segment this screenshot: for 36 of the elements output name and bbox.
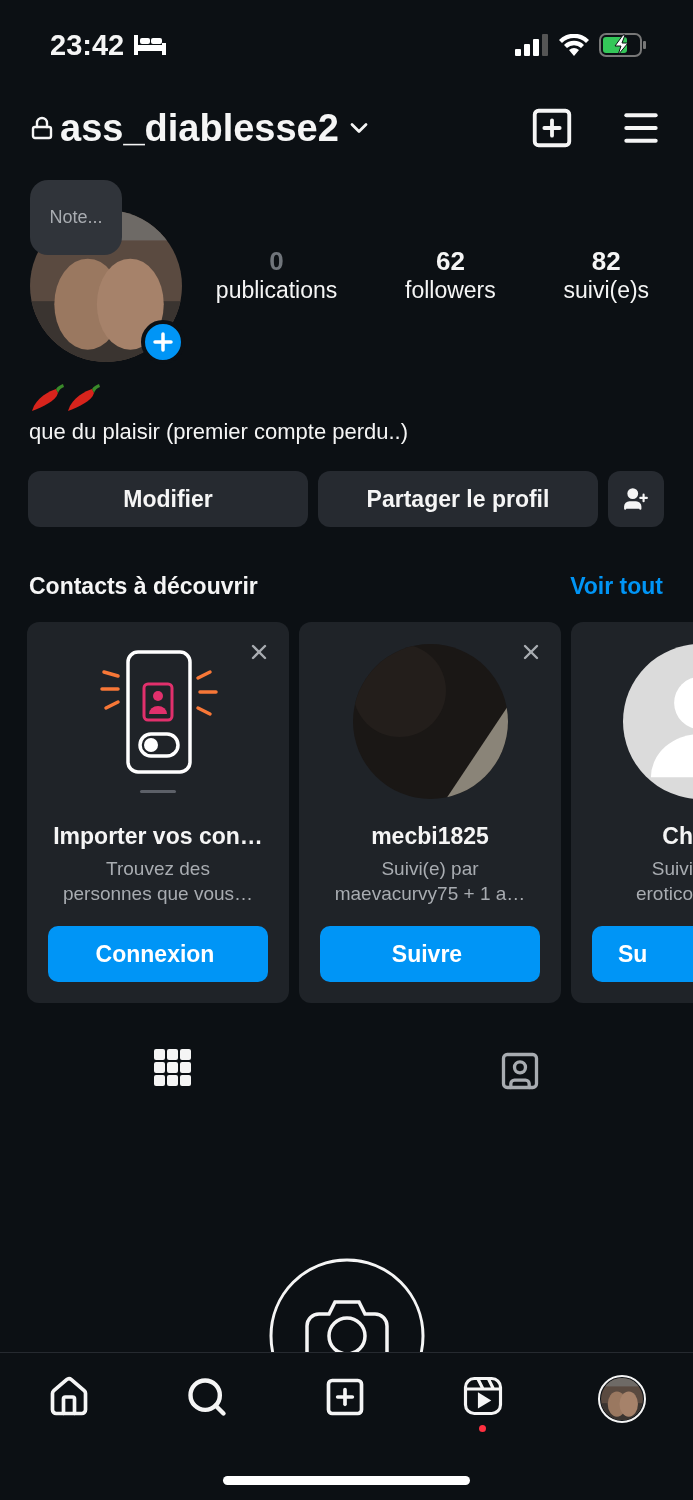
suggestion-subtitle: Suivi [651, 857, 693, 881]
suggestion-subtitle: Suivi(e) par [381, 857, 479, 881]
plus-icon [153, 332, 173, 352]
edit-profile-button[interactable]: Modifier [28, 471, 308, 527]
stat-count: 62 [435, 246, 465, 277]
bio-text: que du plaisir (premier compte perdu..) [29, 419, 410, 445]
add-person-icon [623, 486, 649, 512]
see-all-link[interactable]: Voir tout [570, 573, 663, 600]
section-title: Contacts à découvrir [29, 573, 258, 600]
chili-pepper-icon [30, 383, 64, 413]
suggestion-subtitle: erotico [635, 882, 693, 906]
suggestion-name[interactable]: Ch [662, 823, 693, 850]
reels-icon[interactable] [461, 1375, 504, 1417]
suggestion-subtitle: Trouvez des [106, 857, 210, 881]
share-profile-button[interactable]: Partager le profil [318, 471, 598, 527]
grid-icon[interactable] [154, 1049, 193, 1087]
stat-count: 82 [591, 246, 621, 277]
chili-pepper-icon [66, 383, 100, 413]
stat-count: 0 [269, 246, 284, 277]
suggestion-name[interactable]: mecbi1825 [371, 823, 489, 850]
add-person-button[interactable] [608, 471, 664, 527]
battery-charging-icon [599, 33, 647, 57]
lock-icon [30, 116, 54, 140]
profile-avatar[interactable] [597, 1375, 646, 1423]
status-time: 23:42 [50, 28, 125, 62]
note-bubble[interactable]: Note... [30, 180, 122, 255]
signal-icon [515, 34, 549, 56]
bed-icon [134, 35, 167, 55]
username[interactable]: ass_diablesse2 [60, 106, 339, 150]
stat-label: suivi(e)s [563, 277, 650, 304]
suggestion-name[interactable]: Importer vos con… [53, 823, 263, 850]
suggestion-subtitle: maevacurvy75 + 1 a… [334, 882, 526, 906]
stat-label: publications [215, 277, 338, 304]
suggestion-subtitle: personnes que vous… [62, 882, 254, 906]
wifi-icon [559, 34, 589, 56]
stat-label: followers [405, 277, 496, 304]
